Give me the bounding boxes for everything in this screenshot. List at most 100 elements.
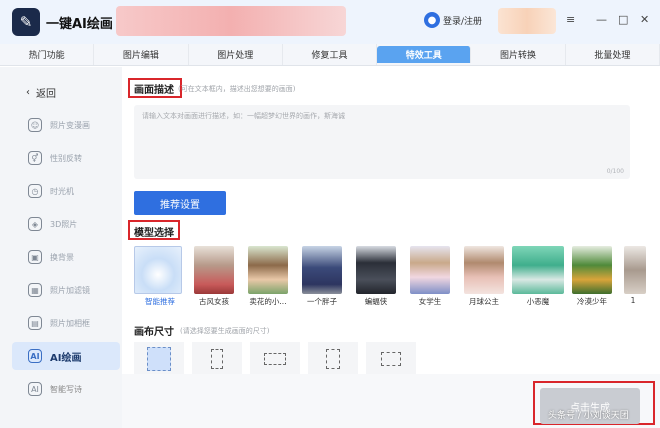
sidebar-item-label: 照片加滤镜 [50, 285, 90, 295]
prompt-hint: (可在文本框内，描述出您想要的画面) [178, 85, 296, 93]
clock-icon: ◷ [28, 184, 42, 198]
sidebar-item-3d-photo[interactable]: ◈ 3D照片 [12, 210, 120, 238]
canvas-size-tall[interactable] [308, 342, 358, 376]
app-logo-icon: ✎ [12, 8, 40, 36]
watermark: 头条号 / 小刘谈天团 [548, 411, 629, 421]
sidebar-item-label: 照片加相框 [50, 318, 90, 328]
model-label: 古风女孩 [199, 297, 229, 306]
canvas-size-wide[interactable] [366, 342, 416, 376]
model-label: 冷漠少年 [577, 297, 607, 306]
blurred-banner [116, 6, 346, 36]
sidebar-item-gender-swap[interactable]: ⚥ 性别反转 [12, 144, 120, 172]
model-item[interactable]: 蝙蝠侠 [348, 244, 404, 310]
gender-icon: ⚥ [28, 151, 42, 165]
model-label: 蝙蝠侠 [364, 297, 388, 306]
app-window: ✎ 一键AI绘画 ● 登录/注册 ≡ — □ ✕ 热门功能 图片编辑 图片处理 … [0, 0, 660, 428]
sidebar-item-frame[interactable]: ▤ 照片加相框 [12, 309, 120, 337]
model-thumbnail [464, 246, 504, 294]
model-item[interactable]: 月球公主 [456, 244, 512, 310]
background-icon: ▣ [28, 250, 42, 264]
model-label: 卖花的小... [249, 297, 287, 306]
model-thumbnail [572, 246, 612, 294]
sidebar-item-background[interactable]: ▣ 换背景 [12, 243, 120, 271]
model-thumbnail [356, 246, 396, 294]
tab-convert[interactable]: 图片转换 [471, 44, 566, 65]
model-item[interactable]: 智能推荐 [132, 244, 188, 310]
layers-icon: ◈ [28, 217, 42, 231]
model-item[interactable]: 1 [618, 244, 648, 310]
face-icon: ☺ [28, 118, 42, 132]
model-item[interactable]: 小恶魔 [510, 244, 566, 310]
tab-bar: 热门功能 图片编辑 图片处理 修复工具 特效工具 图片转换 批量处理 [0, 44, 660, 66]
app-title: 一键AI绘画 [46, 17, 113, 32]
model-list: 智能推荐 古风女孩 卖花的小... 一个胖子 蝙蝠侠 女学生 月球公主 小恶魔 … [132, 244, 660, 310]
model-label: 1 [630, 296, 636, 305]
tab-image-process[interactable]: 图片处理 [189, 44, 283, 65]
recommend-settings-button[interactable]: 推荐设置 [134, 191, 226, 215]
model-item[interactable]: 冷漠少年 [564, 244, 620, 310]
model-thumbnail [194, 246, 234, 294]
model-item[interactable]: 古风女孩 [186, 244, 242, 310]
canvas-title: 画布尺寸 [134, 327, 174, 338]
prompt-placeholder: 请输入文本对画面进行描述，如：一幅超梦幻世界的画作，斯海诚 [142, 112, 345, 120]
sidebar-item-label: 照片变漫画 [50, 120, 90, 130]
model-label: 智能推荐 [145, 297, 175, 306]
model-item[interactable]: 卖花的小... [240, 244, 296, 310]
model-thumbnail [302, 246, 342, 294]
minimize-icon[interactable]: — [596, 13, 607, 26]
sidebar-item-photo-to-comic[interactable]: ☺ 照片变漫画 [12, 111, 120, 139]
char-counter: 0/100 [606, 168, 624, 175]
model-label: 女学生 [418, 297, 442, 306]
maximize-icon[interactable]: □ [618, 13, 628, 26]
canvas-size-landscape[interactable] [250, 342, 300, 376]
model-thumbnail [512, 246, 564, 294]
tall-shape-icon [326, 349, 340, 369]
canvas-size-portrait[interactable] [192, 342, 242, 376]
prompt-input[interactable]: 请输入文本对画面进行描述，如：一幅超梦幻世界的画作，斯海诚 0/100 [134, 105, 630, 179]
canvas-hint: (请选择您要生成画面的尺寸) [180, 327, 270, 335]
sidebar-item-label: 3D照片 [50, 219, 78, 229]
tab-batch[interactable]: 批量处理 [566, 44, 660, 65]
sidebar-item-label: 时光机 [50, 186, 74, 196]
ai-icon: AI [28, 349, 42, 363]
sidebar-item-poetry[interactable]: AI 智能写诗 [12, 375, 120, 403]
model-thumbnail [624, 246, 646, 294]
tab-hot[interactable]: 热门功能 [0, 44, 95, 65]
sidebar: ‹ 返回 ☺ 照片变漫画 ⚥ 性别反转 ◷ 时光机 ◈ 3D照片 ▣ 换背景 ▦ 照片加滤镜… [0, 67, 122, 428]
canvas-size-options [134, 342, 434, 376]
sidebar-item-ai-painting[interactable]: AI AI绘画 [12, 342, 120, 370]
model-title: 模型选择 [134, 228, 174, 239]
login-label: 登录/注册 [443, 16, 483, 27]
sidebar-item-label: 智能写诗 [50, 384, 82, 394]
prompt-title: 画面描述 [134, 85, 174, 96]
model-label: 一个胖子 [307, 297, 337, 306]
model-label: 小恶魔 [526, 297, 550, 306]
tab-effects[interactable]: 特效工具 [377, 46, 472, 63]
sidebar-item-label: 性别反转 [50, 153, 82, 163]
user-icon: ● [424, 12, 440, 28]
back-label: 返回 [36, 89, 56, 100]
tab-repair[interactable]: 修复工具 [283, 44, 378, 65]
title-bar: ✎ 一键AI绘画 ● 登录/注册 ≡ — □ ✕ [0, 0, 660, 44]
canvas-size-square[interactable] [134, 342, 184, 376]
tab-image-edit[interactable]: 图片编辑 [94, 44, 189, 65]
blurred-badge [498, 8, 556, 34]
square-shape-icon [147, 347, 171, 371]
model-label: 月球公主 [469, 297, 499, 306]
sidebar-item-filter[interactable]: ▦ 照片加滤镜 [12, 276, 120, 304]
ai-icon: AI [28, 382, 42, 396]
sidebar-item-label: 换背景 [50, 252, 74, 262]
back-button[interactable]: ‹ 返回 [26, 85, 56, 100]
portrait-shape-icon [211, 349, 223, 369]
menu-icon[interactable]: ≡ [566, 13, 575, 26]
sidebar-item-time-machine[interactable]: ◷ 时光机 [12, 177, 120, 205]
landscape-shape-icon [264, 353, 286, 365]
login-button[interactable]: ● 登录/注册 [424, 12, 482, 28]
chevron-left-icon: ‹ [26, 87, 30, 98]
model-thumbnail [248, 246, 288, 294]
frame-icon: ▤ [28, 316, 42, 330]
model-item[interactable]: 女学生 [402, 244, 458, 310]
close-icon[interactable]: ✕ [640, 13, 649, 26]
model-item[interactable]: 一个胖子 [294, 244, 350, 310]
model-thumbnail [134, 246, 182, 294]
